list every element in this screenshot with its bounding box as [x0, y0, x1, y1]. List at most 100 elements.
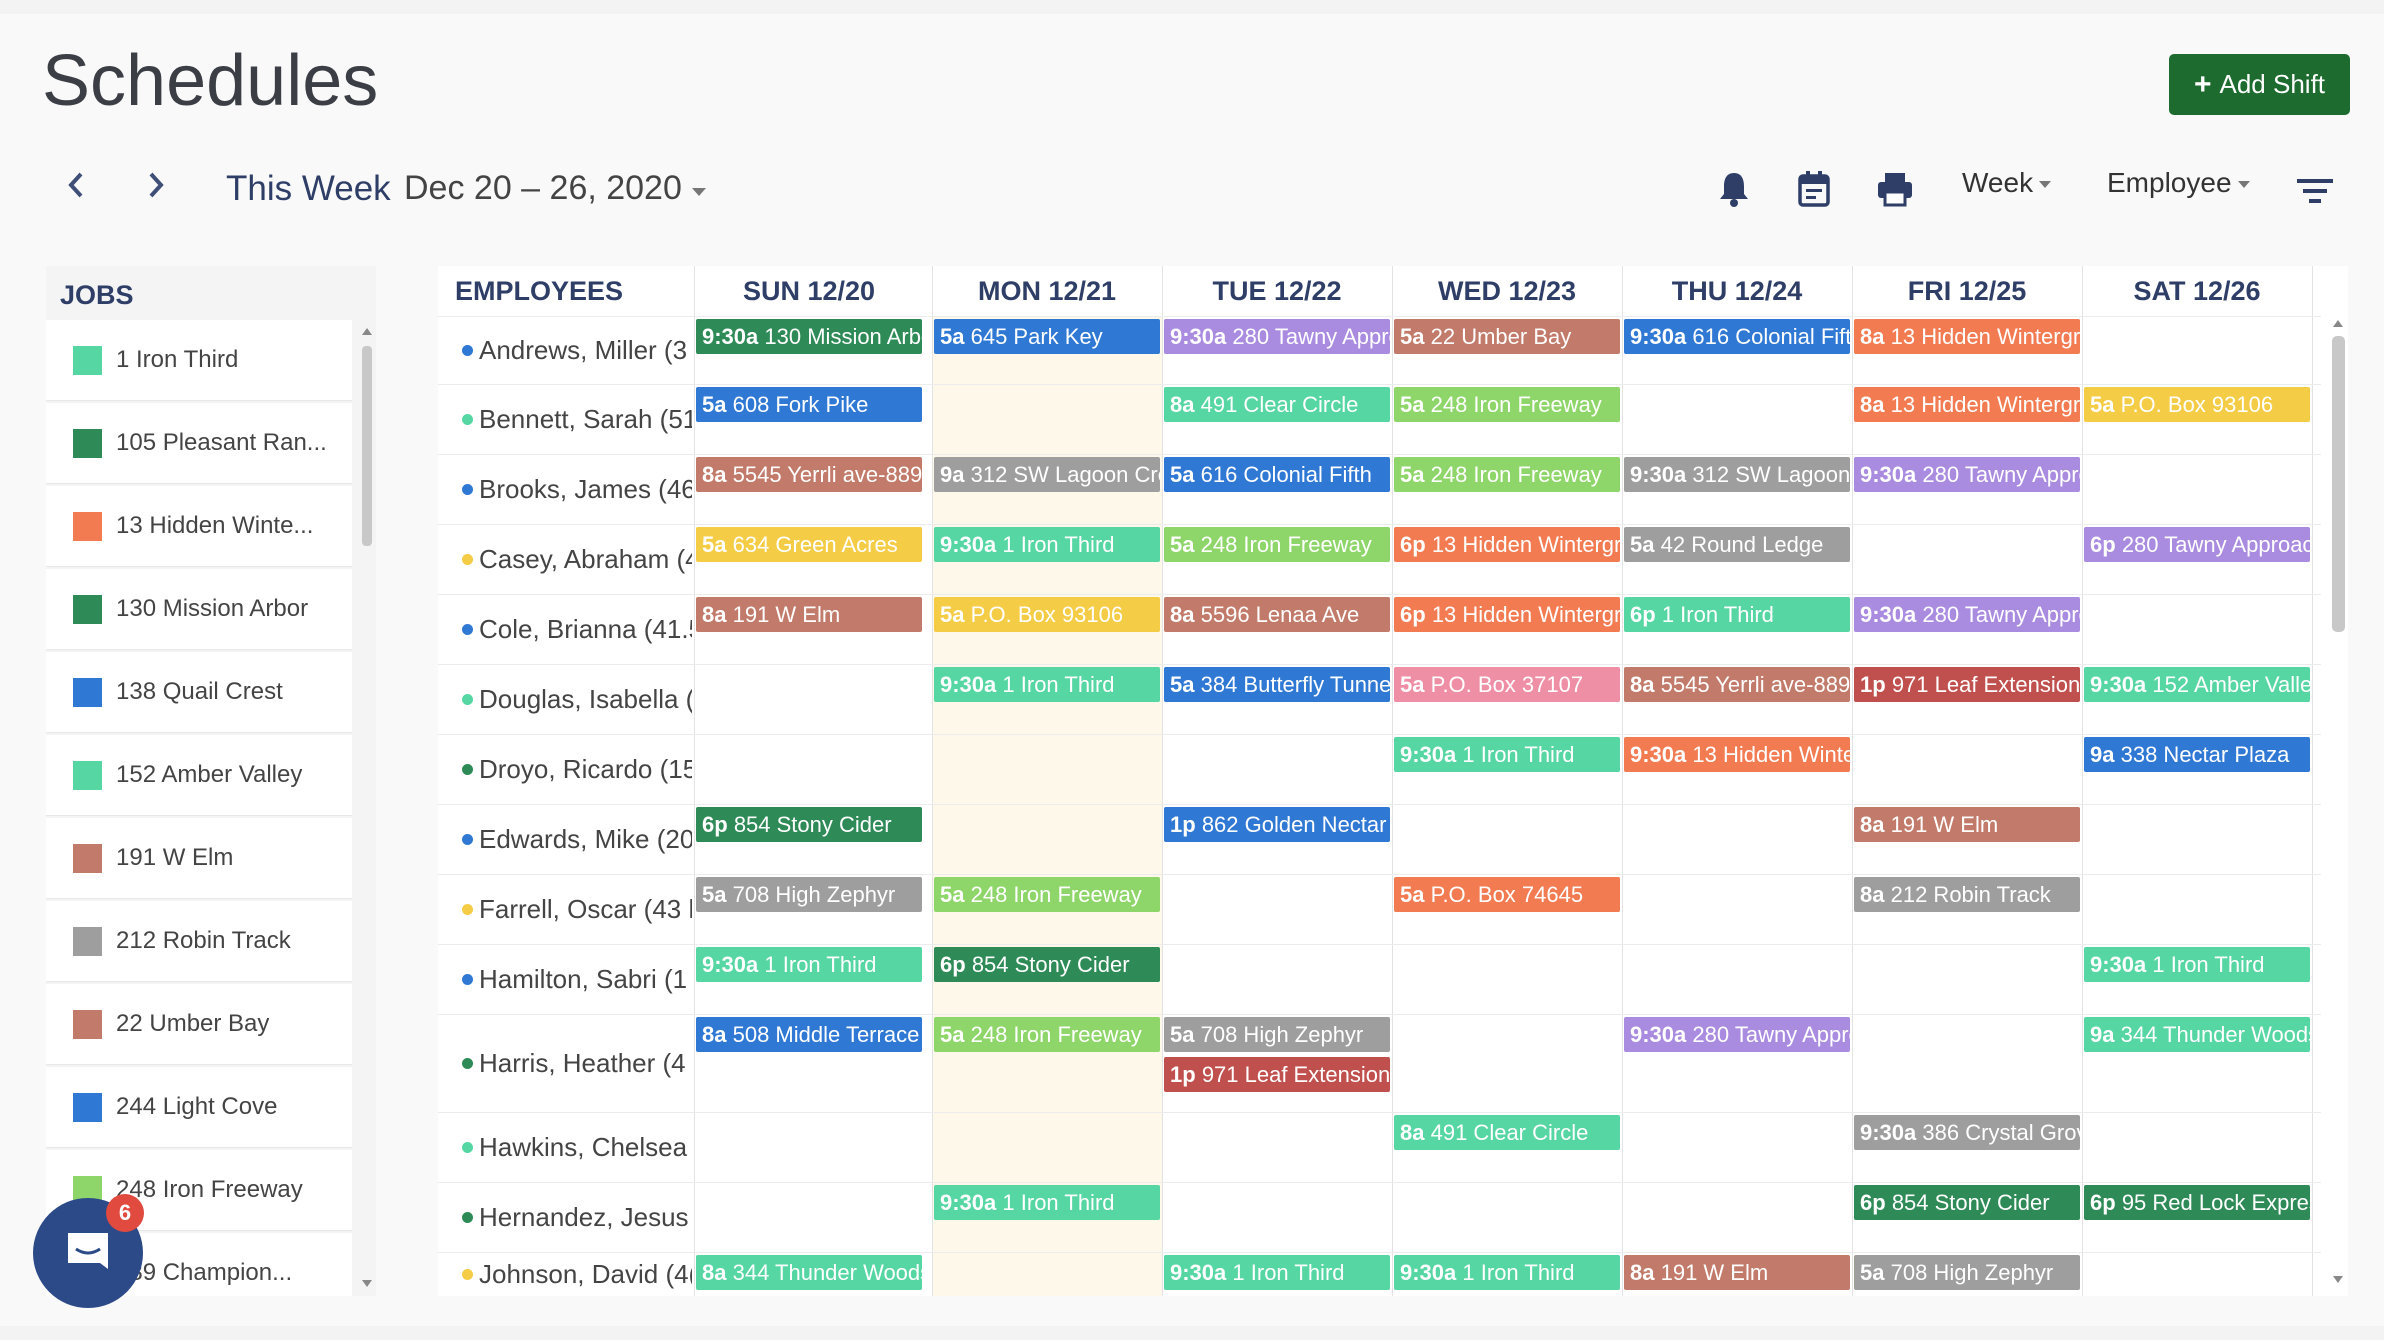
- shift-block[interactable]: 5a 608 Fork Pike: [696, 387, 922, 422]
- day-column-header[interactable]: SAT 12/26: [2082, 266, 2312, 316]
- employee-row-label[interactable]: Casey, Abraham (4: [438, 539, 692, 579]
- shift-block[interactable]: 5a 645 Park Key: [934, 319, 1160, 354]
- shift-block[interactable]: 6p 280 Tawny Approach: [2084, 527, 2310, 562]
- shift-block[interactable]: 9:30a 280 Tawny Approach: [1624, 1017, 1850, 1052]
- job-list-item[interactable]: 22 Umber Bay: [46, 984, 352, 1065]
- shift-block[interactable]: 1p 971 Leaf Extension: [1164, 1057, 1390, 1092]
- add-shift-button[interactable]: + Add Shift: [2169, 54, 2350, 115]
- day-column-header[interactable]: MON 12/21: [932, 266, 1162, 316]
- jobs-scrollbar-thumb[interactable]: [362, 346, 372, 546]
- previous-week-button[interactable]: [67, 170, 85, 209]
- scroll-up-icon[interactable]: [2333, 320, 2343, 327]
- shift-block[interactable]: 9:30a 1 Iron Third: [1394, 1255, 1620, 1290]
- job-list-item[interactable]: 105 Pleasant Ran...: [46, 403, 352, 484]
- shift-block[interactable]: 5a 42 Round Ledge: [1624, 527, 1850, 562]
- shift-block[interactable]: 5a P.O. Box 74645: [1394, 877, 1620, 912]
- shift-block[interactable]: 8a 212 Robin Track: [1854, 877, 2080, 912]
- shift-block[interactable]: 5a 248 Iron Freeway: [1164, 527, 1390, 562]
- filter-icon[interactable]: [2297, 177, 2333, 210]
- shift-block[interactable]: 9:30a 1 Iron Third: [934, 1185, 1160, 1220]
- shift-block[interactable]: 8a 344 Thunder Woods: [696, 1255, 922, 1290]
- job-list-item[interactable]: 244 Light Cove: [46, 1067, 352, 1148]
- bell-icon[interactable]: [1717, 170, 1751, 213]
- shift-block[interactable]: 8a 13 Hidden Wintergreen: [1854, 319, 2080, 354]
- shift-block[interactable]: 5a P.O. Box 93106: [934, 597, 1160, 632]
- day-column-header[interactable]: WED 12/23: [1392, 266, 1622, 316]
- this-week-button[interactable]: This Week: [226, 169, 391, 209]
- shift-block[interactable]: 8a 5545 Yerrli ave-889: [1624, 667, 1850, 702]
- shift-block[interactable]: 6p 1 Iron Third: [1624, 597, 1850, 632]
- shift-block[interactable]: 8a 508 Middle Terrace: [696, 1017, 922, 1052]
- shift-block[interactable]: 5a 708 High Zephyr: [1854, 1255, 2080, 1290]
- shift-block[interactable]: 8a 491 Clear Circle: [1164, 387, 1390, 422]
- calendar-icon[interactable]: [1797, 170, 1831, 213]
- employee-row-label[interactable]: Douglas, Isabella (: [438, 679, 692, 719]
- jobs-scrollbar[interactable]: [358, 320, 376, 1292]
- day-column-header[interactable]: TUE 12/22: [1162, 266, 1392, 316]
- shift-block[interactable]: 1p 971 Leaf Extension: [1854, 667, 2080, 702]
- date-range-selector[interactable]: Dec 20 – 26, 2020: [404, 169, 682, 208]
- shift-block[interactable]: 9:30a 1 Iron Third: [696, 947, 922, 982]
- shift-block[interactable]: 9:30a 386 Crystal Grove: [1854, 1115, 2080, 1150]
- job-list-item[interactable]: 212 Robin Track: [46, 901, 352, 982]
- shift-block[interactable]: 5a 708 High Zephyr: [696, 877, 922, 912]
- employee-row-label[interactable]: Hernandez, Jesus (: [438, 1197, 692, 1237]
- shift-block[interactable]: 9:30a 312 SW Lagoon: [1624, 457, 1850, 492]
- employee-row-label[interactable]: Brooks, James (46: [438, 469, 692, 509]
- group-by-dropdown[interactable]: Employee: [2107, 167, 2250, 199]
- job-list-item[interactable]: 13 Hidden Winte...: [46, 486, 352, 567]
- shift-block[interactable]: 9:30a 152 Amber Valley: [2084, 667, 2310, 702]
- shift-block[interactable]: 5a 634 Green Acres: [696, 527, 922, 562]
- shift-block[interactable]: 8a 5545 Yerrli ave-889: [696, 457, 922, 492]
- shift-block[interactable]: 6p 13 Hidden Wintergreen: [1394, 597, 1620, 632]
- scroll-up-icon[interactable]: [362, 328, 372, 335]
- grid-scrollbar[interactable]: [2326, 316, 2348, 1296]
- shift-block[interactable]: 6p 854 Stony Cider: [1854, 1185, 2080, 1220]
- shift-block[interactable]: 8a 5596 Lenaa Ave: [1164, 597, 1390, 632]
- job-list-item[interactable]: 130 Mission Arbor: [46, 569, 352, 650]
- shift-block[interactable]: 6p 13 Hidden Wintergreen: [1394, 527, 1620, 562]
- shift-block[interactable]: 9a 344 Thunder Woods: [2084, 1017, 2310, 1052]
- shift-block[interactable]: 5a 248 Iron Freeway: [934, 877, 1160, 912]
- shift-block[interactable]: 9:30a 1 Iron Third: [2084, 947, 2310, 982]
- job-list-item[interactable]: 1 Iron Third: [46, 320, 352, 401]
- shift-block[interactable]: 8a 191 W Elm: [1624, 1255, 1850, 1290]
- shift-block[interactable]: 5a 22 Umber Bay: [1394, 319, 1620, 354]
- shift-block[interactable]: 9:30a 280 Tawny Approach: [1854, 457, 2080, 492]
- day-column-header[interactable]: SUN 12/20: [694, 266, 924, 316]
- shift-block[interactable]: 5a 248 Iron Freeway: [1394, 457, 1620, 492]
- shift-block[interactable]: 5a 248 Iron Freeway: [934, 1017, 1160, 1052]
- employee-row-label[interactable]: Droyo, Ricardo (15: [438, 749, 692, 789]
- employee-row-label[interactable]: Andrews, Miller (3: [438, 330, 692, 370]
- shift-block[interactable]: 5a 708 High Zephyr: [1164, 1017, 1390, 1052]
- shift-block[interactable]: 5a 384 Butterfly Tunnel: [1164, 667, 1390, 702]
- scroll-down-icon[interactable]: [2333, 1276, 2343, 1283]
- next-week-button[interactable]: [147, 170, 165, 209]
- employee-row-label[interactable]: Harris, Heather (4: [438, 1043, 692, 1083]
- shift-block[interactable]: 6p 854 Stony Cider: [696, 807, 922, 842]
- employee-row-label[interactable]: Farrell, Oscar (43 h: [438, 889, 692, 929]
- shift-block[interactable]: 9:30a 616 Colonial Fifth: [1624, 319, 1850, 354]
- shift-block[interactable]: 9:30a 1 Iron Third: [934, 667, 1160, 702]
- shift-block[interactable]: 9:30a 13 Hidden Wintergreen: [1624, 737, 1850, 772]
- shift-block[interactable]: 1p 862 Golden Nectar: [1164, 807, 1390, 842]
- shift-block[interactable]: 9:30a 130 Mission Arbor: [696, 319, 922, 354]
- shift-block[interactable]: 8a 191 W Elm: [696, 597, 922, 632]
- date-range-caret-icon[interactable]: [692, 188, 706, 196]
- shift-block[interactable]: 9:30a 280 Tawny Approach: [1854, 597, 2080, 632]
- shift-block[interactable]: 6p 854 Stony Cider: [934, 947, 1160, 982]
- shift-block[interactable]: 8a 13 Hidden Wintergreen: [1854, 387, 2080, 422]
- employee-row-label[interactable]: Hamilton, Sabri (1: [438, 959, 692, 999]
- shift-block[interactable]: 9:30a 280 Tawny Approach: [1164, 319, 1390, 354]
- view-dropdown[interactable]: Week: [1962, 167, 2052, 199]
- employee-row-label[interactable]: Johnson, David (4(: [438, 1254, 692, 1294]
- shift-block[interactable]: 9a 338 Nectar Plaza: [2084, 737, 2310, 772]
- employee-row-label[interactable]: Cole, Brianna (41.5: [438, 609, 692, 649]
- shift-block[interactable]: 9:30a 1 Iron Third: [1164, 1255, 1390, 1290]
- job-list-item[interactable]: 191 W Elm: [46, 818, 352, 899]
- employee-row-label[interactable]: Hawkins, Chelsea: [438, 1127, 692, 1167]
- print-icon[interactable]: [1876, 170, 1914, 213]
- day-column-header[interactable]: THU 12/24: [1622, 266, 1852, 316]
- shift-block[interactable]: 5a 616 Colonial Fifth: [1164, 457, 1390, 492]
- shift-block[interactable]: 6p 95 Red Lock Expressway: [2084, 1185, 2310, 1220]
